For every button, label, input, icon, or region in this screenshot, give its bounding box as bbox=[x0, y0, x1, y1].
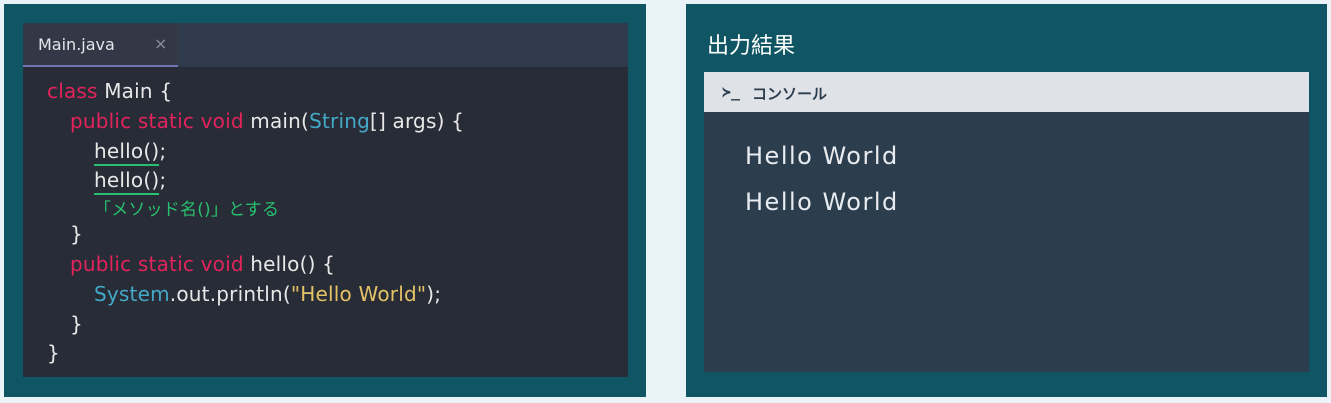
code-token: hello() bbox=[94, 168, 160, 195]
code-token: 「メソッド名()」とする bbox=[94, 200, 280, 220]
code-token: } bbox=[70, 222, 83, 246]
console-output-line: Hello World bbox=[745, 188, 899, 216]
tab-main-java[interactable]: Main.java × bbox=[23, 23, 178, 67]
code-line: class Main { bbox=[47, 77, 172, 107]
editor-tab-bar: Main.java × bbox=[23, 23, 628, 67]
editor-panel: Main.java × class Main {public static vo… bbox=[4, 4, 646, 397]
output-title: 出力結果 bbox=[707, 34, 796, 59]
code-editor[interactable]: Main.java × class Main {public static vo… bbox=[23, 23, 628, 377]
code-token: System bbox=[94, 282, 170, 306]
console-output-line: Hello World bbox=[745, 142, 899, 170]
code-line: } bbox=[70, 220, 83, 250]
code-line: public static void hello() { bbox=[70, 250, 335, 280]
code-token: public static void bbox=[70, 252, 244, 276]
code-line: hello(); bbox=[94, 137, 166, 167]
code-token: } bbox=[70, 312, 83, 336]
code-token: ; bbox=[159, 168, 167, 192]
code-line: } bbox=[70, 310, 83, 340]
code-token: [] args) { bbox=[369, 109, 465, 133]
code-token: hello() bbox=[94, 139, 160, 166]
console-label: コンソール bbox=[752, 85, 828, 103]
tab-label: Main.java bbox=[38, 35, 115, 54]
code-token: "Hello World" bbox=[290, 282, 427, 306]
code-line: public static void main(String[] args) { bbox=[70, 107, 464, 137]
code-token: public static void bbox=[70, 109, 244, 133]
code-line: hello(); bbox=[94, 166, 166, 196]
code-token: ); bbox=[426, 282, 442, 306]
code-token: main( bbox=[243, 109, 310, 133]
code-line: } bbox=[47, 339, 60, 369]
code-token: String bbox=[309, 109, 370, 133]
code-line: System.out.println("Hello World"); bbox=[94, 280, 441, 310]
code-token: ; bbox=[159, 139, 167, 163]
console-header: ≻_ コンソール bbox=[704, 72, 1309, 112]
code-token: Main { bbox=[97, 79, 173, 103]
output-panel: 出力結果 ≻_ コンソール Hello World Hello World bbox=[686, 4, 1327, 397]
code-line: 「メソッド名()」とする bbox=[94, 194, 279, 224]
console: ≻_ コンソール Hello World Hello World bbox=[704, 72, 1309, 372]
close-icon[interactable]: × bbox=[154, 34, 167, 53]
code-token: } bbox=[47, 341, 60, 365]
terminal-icon: ≻_ bbox=[722, 83, 741, 101]
code-token: class bbox=[47, 79, 98, 103]
code-token: hello() { bbox=[243, 252, 336, 276]
code-token: .out.println( bbox=[169, 282, 291, 306]
